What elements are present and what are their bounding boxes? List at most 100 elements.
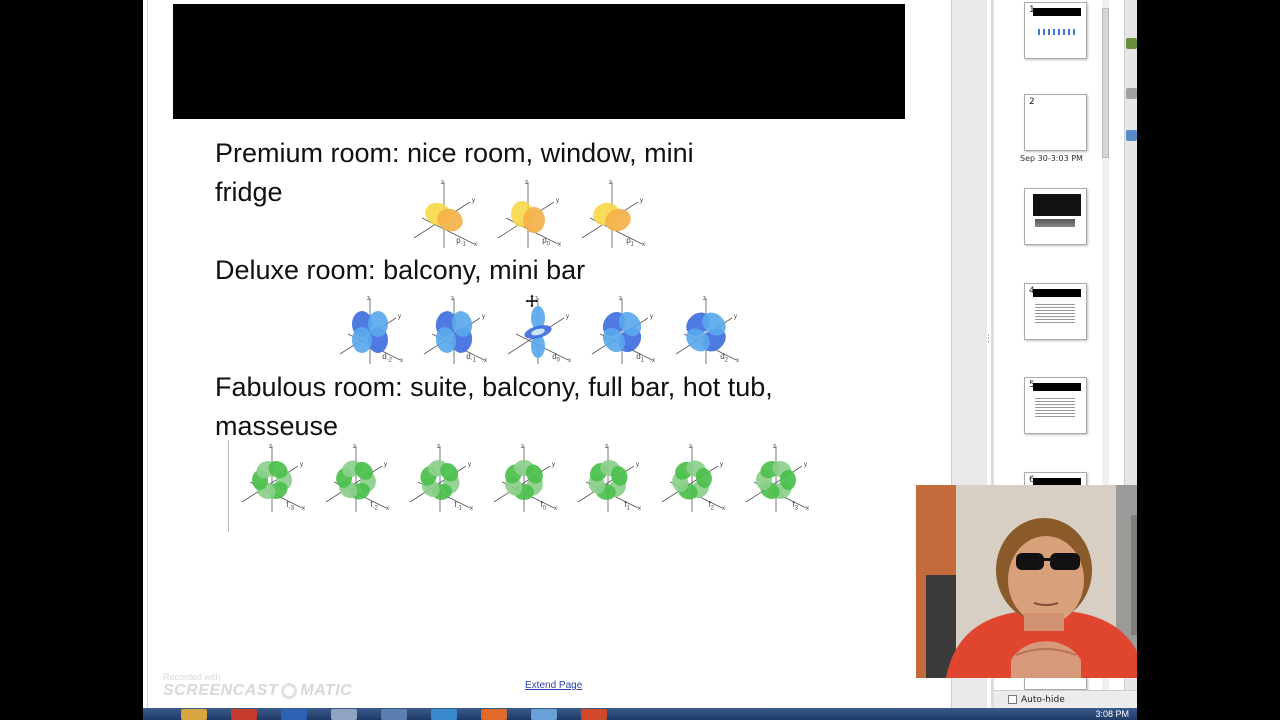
svg-text:z: z (605, 444, 608, 450)
page-thumb-1[interactable]: 1 (1024, 2, 1087, 59)
svg-text:x: x (722, 506, 725, 512)
svg-text:y: y (650, 314, 653, 320)
orbital-label: f-2 (370, 500, 378, 512)
orbital-label: p-1 (456, 236, 466, 248)
orbital-label: f2 (708, 500, 714, 512)
orbital-f-2: z y x f-2 (316, 442, 396, 514)
orbital-f2: z y x f2 (652, 442, 732, 514)
notebook-page-canvas[interactable]: Premium room: nice room, window, mini fr… (147, 0, 951, 708)
svg-text:x: x (638, 506, 641, 512)
svg-text:z: z (689, 444, 692, 450)
orbital-label: d-2 (382, 352, 392, 364)
svg-text:x: x (568, 358, 571, 364)
svg-text:y: y (398, 314, 401, 320)
brand-right-text: MATIC (300, 682, 353, 699)
auto-hide-checkbox[interactable] (1008, 695, 1017, 704)
firefox-taskbar-icon[interactable] (481, 709, 507, 720)
outlook-taskbar-icon[interactable] (431, 709, 457, 720)
orbital-f-3: z y x f-3 (232, 442, 312, 514)
svg-text:x: x (806, 506, 809, 512)
deluxe-room-text[interactable]: Deluxe room: balcony, mini bar (215, 251, 585, 290)
fabulous-room-text[interactable]: Fabulous room: suite, balcony, full bar,… (215, 368, 773, 446)
word-taskbar-icon[interactable] (281, 709, 307, 720)
svg-text:z: z (437, 444, 440, 450)
svg-text:z: z (619, 296, 622, 302)
orbital-label: d0 (552, 352, 560, 364)
screencast-o-matic-watermark: Recorded with SCREENCAST MATIC (163, 672, 352, 700)
orbital-label: p1 (626, 236, 634, 248)
svg-text:y: y (384, 462, 387, 468)
svg-text:y: y (482, 314, 485, 320)
orbital-d2: z y x d2 (666, 294, 746, 366)
svg-text:x: x (302, 506, 305, 512)
auto-hide-label: Auto-hide (1021, 694, 1065, 705)
svg-text:z: z (521, 444, 524, 450)
orbital-p0: z y x p0 (488, 178, 568, 250)
media-taskbar-icon[interactable] (381, 709, 407, 720)
page-thumb-3[interactable]: 3 (1024, 188, 1087, 245)
windows-taskbar: 3:08 PM (143, 708, 1137, 720)
page-thumb-2[interactable]: 2 (1024, 94, 1087, 151)
svg-text:x: x (652, 358, 655, 364)
explorer-taskbar-icon[interactable] (181, 709, 207, 720)
svg-text:y: y (636, 462, 639, 468)
orbital-label: f3 (792, 500, 798, 512)
orbital-p-1: z y x p-1 (404, 178, 484, 250)
premium-line-1: Premium room: nice room, window, mini (215, 138, 694, 168)
webcam-person-image (916, 485, 1137, 678)
extend-page-link[interactable]: Extend Page (525, 680, 582, 691)
orbital-label: f0 (540, 500, 546, 512)
attachments-tab-icon[interactable] (1126, 88, 1137, 99)
orbital-f0: z y x f0 (484, 442, 564, 514)
orbital-label: f1 (624, 500, 630, 512)
fabulous-line-2: masseuse (215, 411, 339, 441)
orbital-label: p0 (542, 236, 550, 248)
svg-text:y: y (472, 198, 475, 204)
image-left-border (228, 440, 229, 532)
svg-text:x: x (484, 358, 487, 364)
svg-text:x: x (736, 358, 739, 364)
orbital-label: d1 (636, 352, 644, 364)
orbital-d-1: z y x d-1 (414, 294, 494, 366)
page-thumb-4[interactable]: 4 (1024, 283, 1087, 340)
orbital-label: d-1 (466, 352, 476, 364)
chrome-taskbar-icon[interactable] (231, 709, 257, 720)
properties-tab-icon[interactable] (1126, 130, 1137, 141)
move-cursor-icon (525, 294, 539, 308)
auto-hide-bar[interactable]: Auto-hide (994, 690, 1137, 708)
svg-text:x: x (474, 242, 477, 248)
page-thumb-5[interactable]: 5 (1024, 377, 1087, 434)
webcam-overlay (916, 485, 1137, 678)
svg-text:y: y (556, 198, 559, 204)
orbital-label: f-3 (286, 500, 294, 512)
svg-text:y: y (734, 314, 737, 320)
svg-text:y: y (804, 462, 807, 468)
record-circle-icon (281, 683, 298, 699)
black-cover-rectangle[interactable] (173, 4, 905, 119)
svg-text:x: x (386, 506, 389, 512)
svg-text:y: y (720, 462, 723, 468)
orbital-f1: z y x f1 (568, 442, 648, 514)
orbital-d-2: z y x d-2 (330, 294, 410, 366)
svg-text:z: z (609, 180, 612, 186)
svg-text:z: z (703, 296, 706, 302)
gallery-tab-icon[interactable] (1126, 38, 1137, 49)
svg-text:x: x (470, 506, 473, 512)
svg-text:z: z (353, 444, 356, 450)
brand-left-text: SCREENCAST (163, 682, 279, 699)
svg-text:z: z (367, 296, 370, 302)
smart-notebook-window: Premium room: nice room, window, mini fr… (143, 0, 1137, 708)
sorter-scroll-thumb[interactable] (1102, 8, 1109, 158)
svg-text:z: z (269, 444, 272, 450)
fabulous-line-1: Fabulous room: suite, balcony, full bar,… (215, 372, 773, 402)
notebook-taskbar-icon[interactable] (531, 709, 557, 720)
app-taskbar-icon[interactable] (331, 709, 357, 720)
svg-text:x: x (554, 506, 557, 512)
page-thumb-2-caption: Sep 30-3:03 PM (1020, 154, 1083, 163)
svg-text:z: z (451, 296, 454, 302)
orbital-label: d2 (720, 352, 728, 364)
svg-text:z: z (773, 444, 776, 450)
taskbar-clock[interactable]: 3:08 PM (1095, 709, 1129, 719)
svg-text:z: z (525, 180, 528, 186)
powerpoint-taskbar-icon[interactable] (581, 709, 607, 720)
